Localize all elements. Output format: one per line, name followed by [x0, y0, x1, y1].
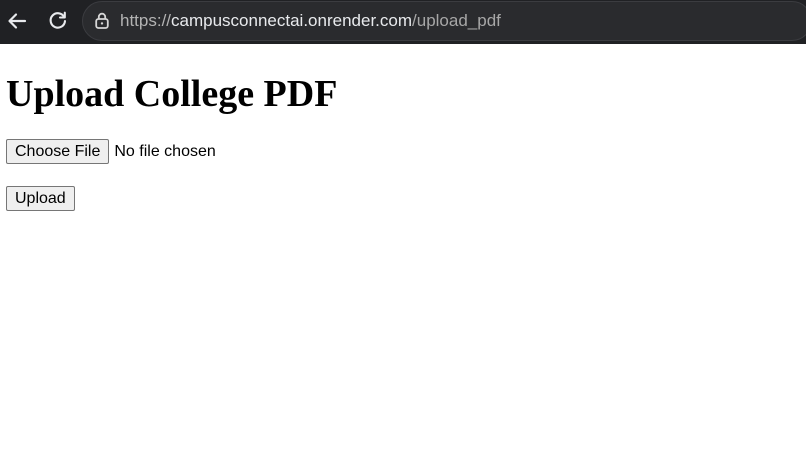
url-path: /upload_pdf [412, 11, 501, 30]
url-host: campusconnectai.onrender.com [171, 11, 413, 30]
url-text[interactable]: https://campusconnectai.onrender.com/upl… [120, 11, 501, 31]
reload-button[interactable] [43, 6, 73, 36]
upload-form-actions: Upload [6, 186, 75, 211]
browser-toolbar: https://campusconnectai.onrender.com/upl… [0, 0, 806, 44]
file-status: No file chosen [114, 142, 216, 160]
lock-icon[interactable] [93, 11, 111, 31]
upload-button[interactable]: Upload [6, 186, 75, 211]
url-scheme: https:// [120, 11, 172, 30]
back-button[interactable] [2, 6, 32, 36]
choose-file-button[interactable]: Choose File [6, 139, 110, 164]
file-input[interactable]: Choose File No file chosen [6, 139, 216, 164]
address-bar[interactable]: https://campusconnectai.onrender.com/upl… [82, 1, 806, 41]
page-title: Upload College PDF [6, 73, 338, 115]
back-arrow-icon [8, 13, 27, 29]
web-page: Upload College PDF Choose File No file c… [0, 44, 806, 457]
reload-icon [49, 11, 67, 29]
